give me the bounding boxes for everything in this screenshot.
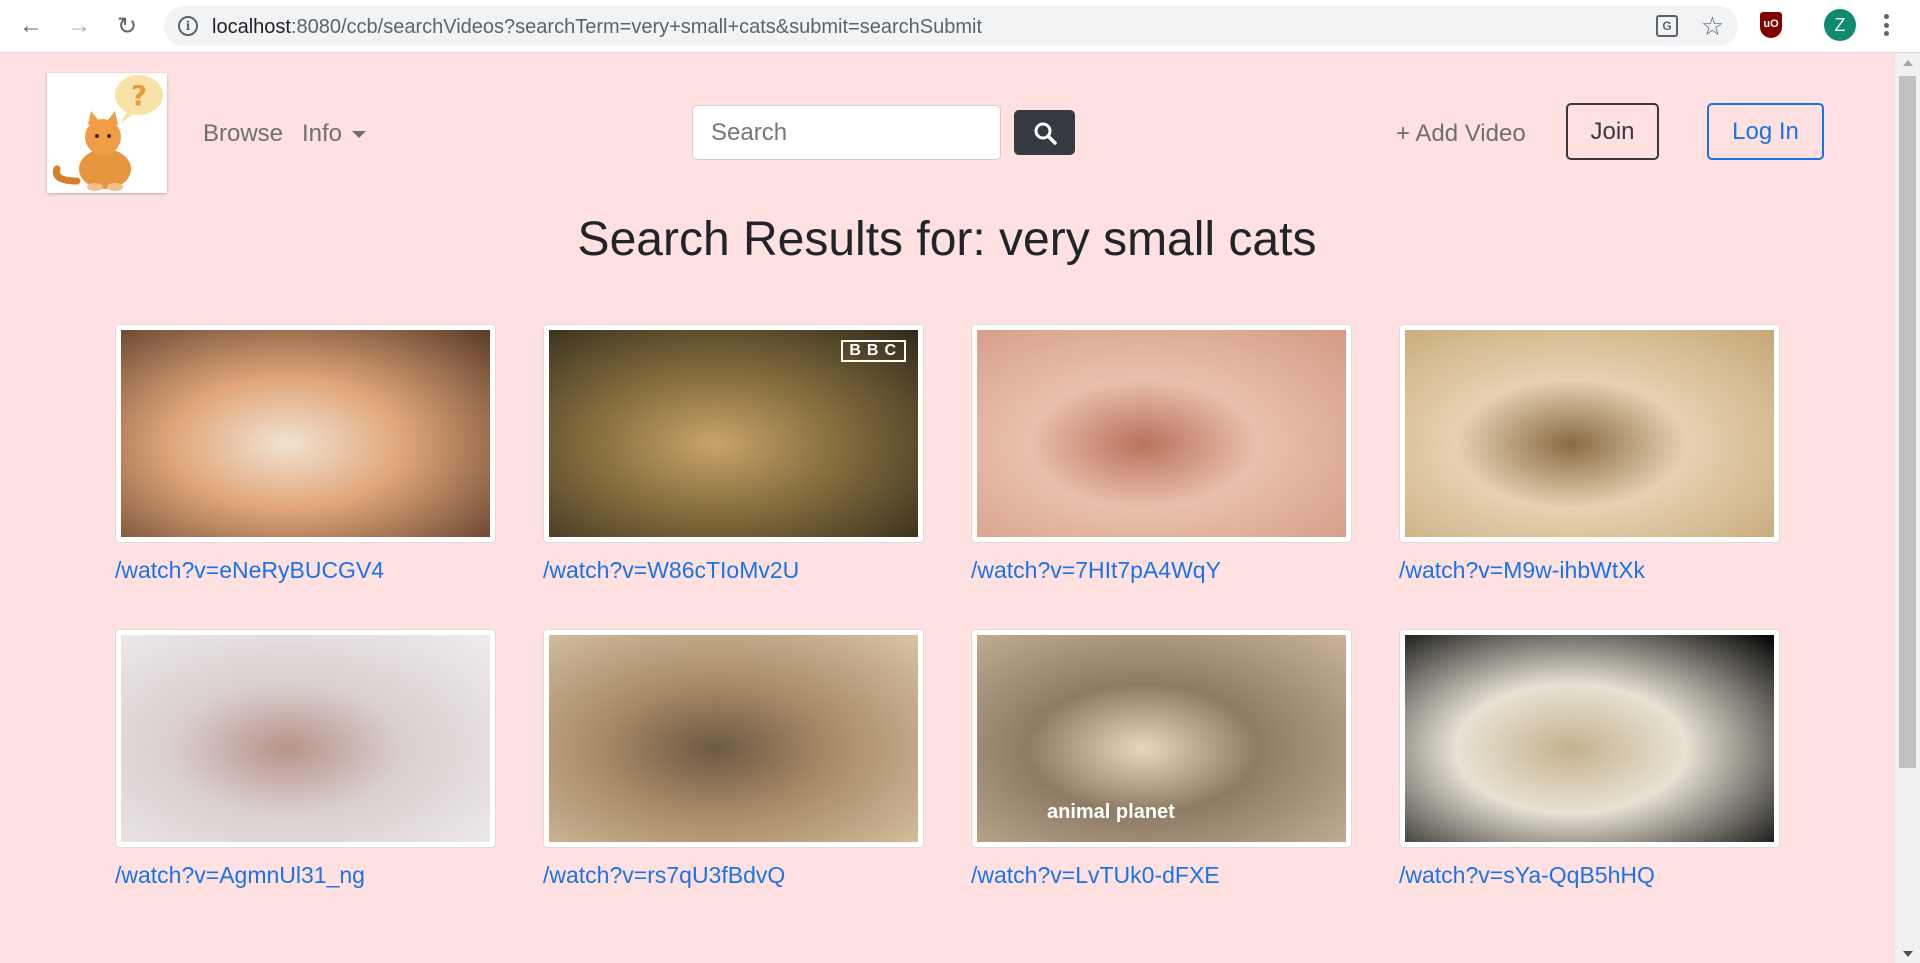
video-thumbnail[interactable] (115, 324, 496, 543)
translate-icon[interactable]: G (1656, 15, 1678, 37)
video-thumbnail[interactable] (543, 629, 924, 848)
video-link[interactable]: /watch?v=AgmnUl31_ng (115, 862, 496, 889)
search-input[interactable] (692, 105, 1001, 160)
video-thumbnail[interactable] (971, 324, 1352, 543)
scroll-thumb[interactable] (1899, 76, 1916, 768)
thumbnail-image (549, 635, 918, 842)
video-thumbnail[interactable] (1399, 324, 1780, 543)
join-button[interactable]: Join (1566, 103, 1659, 160)
add-video-link[interactable]: + Add Video (1396, 120, 1526, 148)
video-link[interactable]: /watch?v=W86cTIoMv2U (543, 557, 924, 584)
video-card: animal planet/watch?v=LvTUk0-dFXE (971, 629, 1352, 934)
thumbnail-image: animal planet (977, 635, 1346, 842)
page-scrollbar[interactable] (1894, 54, 1920, 963)
url-text[interactable]: localhost:8080/ccb/searchVideos?searchTe… (212, 16, 982, 39)
address-bar[interactable]: i localhost:8080/ccb/searchVideos?search… (164, 6, 1738, 46)
login-button[interactable]: Log In (1707, 103, 1824, 160)
video-card: /watch?v=eNeRyBUCGV4 (115, 324, 496, 629)
thumbnail-image (1405, 330, 1774, 537)
scroll-up-icon[interactable] (1903, 60, 1913, 66)
video-grid: /watch?v=eNeRyBUCGV4 BBC/watch?v=W86cTIoM… (115, 324, 1780, 934)
video-card: /watch?v=7HIt7pA4WqY (971, 324, 1352, 629)
video-card: /watch?v=sYa-QqB5hHQ (1399, 629, 1780, 934)
video-link[interactable]: /watch?v=LvTUk0-dFXE (971, 862, 1352, 889)
video-thumbnail[interactable]: animal planet (971, 629, 1352, 848)
page-title: Search Results for: very small cats (577, 213, 1317, 266)
thumbnail-badge: animal planet (1047, 801, 1175, 823)
search-icon (1034, 122, 1057, 145)
thumbnail-image (121, 635, 490, 842)
video-link[interactable]: /watch?v=sYa-QqB5hHQ (1399, 862, 1780, 889)
video-link[interactable]: /watch?v=M9w-ihbWtXk (1399, 557, 1780, 584)
kebab-menu-icon[interactable] (1876, 10, 1896, 40)
nav-info-label: Info (302, 120, 343, 147)
video-link[interactable]: /watch?v=eNeRyBUCGV4 (115, 557, 496, 584)
video-card: /watch?v=AgmnUl31_ng (115, 629, 496, 934)
video-link[interactable]: /watch?v=7HIt7pA4WqY (971, 557, 1352, 584)
thumbnail-image: BBC (549, 330, 918, 537)
thumbnail-image (977, 330, 1346, 537)
ublock-extension-icon[interactable]: uO (1760, 12, 1782, 38)
thumbnail-image (121, 330, 490, 537)
nav-info-dropdown[interactable]: Info (302, 120, 367, 148)
forward-arrow-icon[interactable]: → (62, 9, 96, 43)
video-card: /watch?v=M9w-ihbWtXk (1399, 324, 1780, 629)
search-button[interactable] (1014, 110, 1075, 155)
svg-text:?: ? (131, 79, 147, 112)
video-card: BBC/watch?v=W86cTIoMv2U (543, 324, 924, 629)
cat-logo-icon: ? (47, 73, 167, 193)
scroll-down-icon[interactable] (1903, 951, 1913, 957)
profile-avatar[interactable]: Z (1824, 9, 1856, 41)
video-thumbnail[interactable] (1399, 629, 1780, 848)
reload-icon[interactable]: ↻ (110, 9, 144, 43)
site-logo[interactable]: ? (47, 73, 167, 193)
thumbnail-image (1405, 635, 1774, 842)
thumbnail-badge: BBC (841, 340, 906, 362)
video-thumbnail[interactable]: BBC (543, 324, 924, 543)
info-icon[interactable]: i (178, 16, 198, 36)
browser-toolbar: ← → ↻ i localhost:8080/ccb/searchVideos?… (0, 0, 1920, 53)
star-icon[interactable]: ☆ (1701, 11, 1724, 42)
video-link[interactable]: /watch?v=rs7qU3fBdvQ (543, 862, 924, 889)
nav-browse-link[interactable]: Browse (203, 120, 283, 148)
video-thumbnail[interactable] (115, 629, 496, 848)
caret-down-icon (352, 131, 367, 139)
back-arrow-icon[interactable]: ← (14, 9, 48, 43)
video-card: /watch?v=rs7qU3fBdvQ (543, 629, 924, 934)
